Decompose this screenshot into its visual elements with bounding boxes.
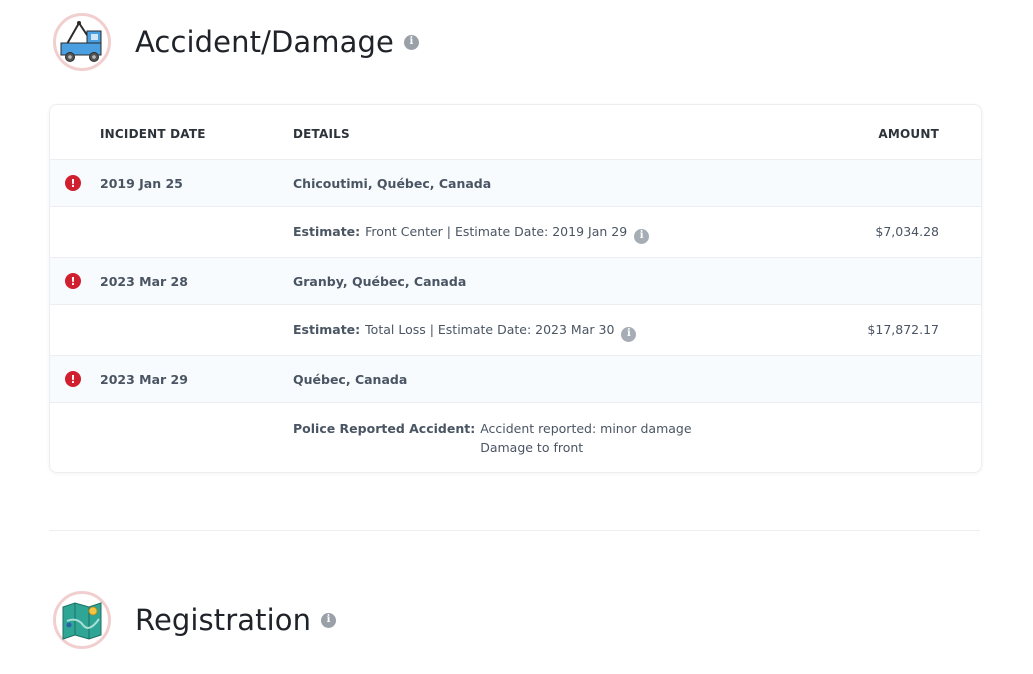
tow-truck-icon	[53, 13, 111, 71]
column-header-amount: AMOUNT	[878, 127, 939, 141]
incident-date: 2019 Jan 25	[100, 176, 183, 191]
incident-row: ! 2023 Mar 29 Québec, Canada	[50, 356, 981, 403]
column-header-details: DETAILS	[293, 127, 350, 141]
detail-label: Police Reported Accident:	[293, 421, 476, 436]
incident-row: ! 2023 Mar 28 Granby, Québec, Canada	[50, 258, 981, 305]
incident-location: Chicoutimi, Québec, Canada	[293, 176, 492, 191]
incident-location: Québec, Canada	[293, 372, 408, 387]
incident-date: 2023 Mar 29	[100, 372, 188, 387]
registration-header: Registration i	[53, 591, 337, 649]
estimate-detail: Estimate: Total Loss | Estimate Date: 202…	[293, 322, 637, 342]
incident-detail-row: Estimate: Front Center | Estimate Date: 2…	[50, 207, 981, 258]
incident-detail-row: Police Reported Accident: Accident repor…	[50, 403, 981, 472]
detail-text: Total Loss | Estimate Date: 2023 Mar 30	[365, 322, 615, 337]
section-divider	[49, 530, 980, 531]
alert-icon: !	[65, 371, 81, 387]
detail-line: Accident reported: minor damage	[480, 421, 692, 436]
alert-icon: !	[65, 273, 81, 289]
incident-row: ! 2019 Jan 25 Chicoutimi, Québec, Canada	[50, 160, 981, 207]
table-header: INCIDENT DATE DETAILS AMOUNT	[50, 105, 981, 160]
estimate-detail: Estimate: Front Center | Estimate Date: 2…	[293, 224, 650, 244]
detail-text: Front Center | Estimate Date: 2019 Jan 2…	[365, 224, 628, 239]
accident-damage-header: Accident/Damage i	[53, 13, 419, 71]
detail-line: Damage to front	[480, 440, 584, 455]
incident-location: Granby, Québec, Canada	[293, 274, 467, 289]
info-icon[interactable]: i	[321, 612, 337, 628]
estimate-amount: $7,034.28	[875, 224, 939, 239]
incident-detail-row: Estimate: Total Loss | Estimate Date: 202…	[50, 305, 981, 356]
alert-icon: !	[65, 175, 81, 191]
detail-label: Estimate:	[293, 322, 361, 337]
estimate-amount: $17,872.17	[867, 322, 939, 337]
info-icon[interactable]: i	[621, 326, 637, 342]
detail-label: Estimate:	[293, 224, 361, 239]
section-title: Registration	[135, 603, 312, 637]
column-header-incident-date: INCIDENT DATE	[100, 127, 206, 141]
incident-date: 2023 Mar 28	[100, 274, 188, 289]
info-icon[interactable]: i	[403, 34, 419, 50]
map-icon	[53, 591, 111, 649]
police-report-detail: Police Reported Accident: Accident repor…	[293, 419, 692, 457]
page-title: Accident/Damage	[135, 25, 394, 59]
info-icon[interactable]: i	[634, 228, 650, 244]
accident-table: INCIDENT DATE DETAILS AMOUNT ! 2019 Jan …	[49, 104, 982, 473]
